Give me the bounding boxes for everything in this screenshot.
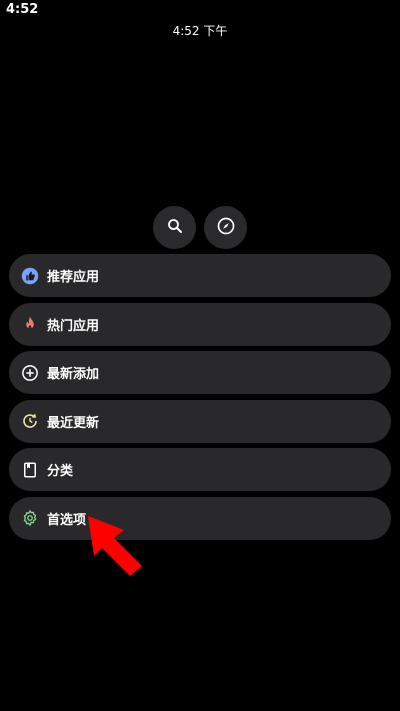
menu-item-label: 最近更新: [47, 415, 100, 431]
plus-circle-icon: [21, 364, 39, 382]
menu-item-preferences[interactable]: 首选项: [9, 496, 391, 540]
thumbs-up-icon: [21, 267, 39, 285]
menu-item-recently-updated[interactable]: 最近更新: [9, 399, 391, 443]
menu-item-categories[interactable]: 分类: [9, 448, 391, 491]
menu-item-newly-added[interactable]: 最新添加: [9, 351, 391, 394]
header-time: 4:52 下午: [172, 24, 228, 38]
menu-item-label: 热门应用: [47, 318, 100, 334]
menu-item-recommended-apps[interactable]: 推荐应用: [9, 254, 391, 297]
menu-item-label: 最新添加: [47, 367, 100, 382]
menu-item-popular-apps[interactable]: 热门应用: [9, 302, 391, 346]
gear-icon: [21, 509, 39, 527]
menu-item-label: 分类: [47, 464, 74, 479]
search-button[interactable]: [153, 206, 196, 249]
red-arrow-pointer: [88, 516, 142, 576]
search-icon: [166, 217, 184, 239]
flame-icon: [21, 315, 39, 333]
compass-icon: [216, 216, 236, 240]
explore-button[interactable]: [204, 206, 247, 249]
bookmark-icon: [21, 461, 39, 479]
status-bar-time: 4:52: [6, 2, 39, 17]
update-icon: [21, 412, 39, 430]
screen: 4:52 4:52 下午 推荐应用 热门应用 最新添加 最近更新 分类 首选项: [0, 0, 400, 711]
menu-item-label: 首选项: [47, 512, 87, 528]
main-menu: 推荐应用 热门应用 最新添加 最近更新 分类 首选项: [9, 254, 391, 545]
menu-item-label: 推荐应用: [47, 270, 100, 285]
